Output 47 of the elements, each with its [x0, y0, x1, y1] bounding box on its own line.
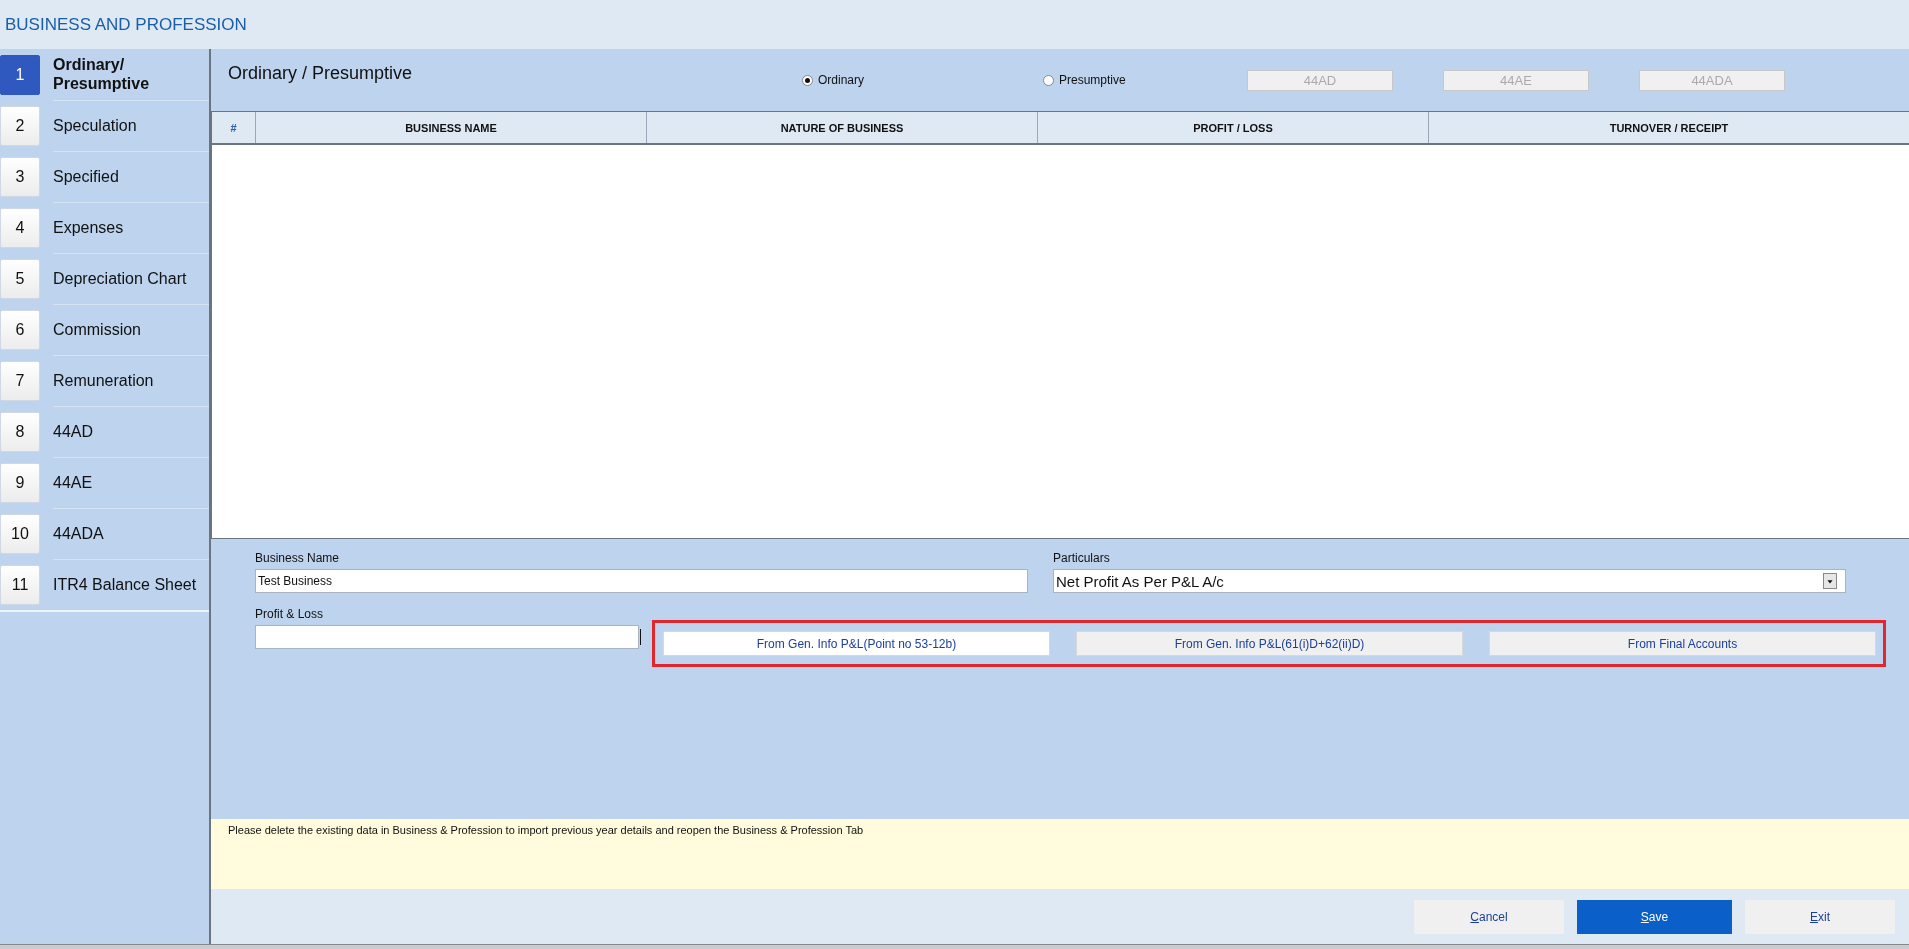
- sidebar-number[interactable]: 7: [0, 360, 40, 401]
- sidebar-number[interactable]: 8: [0, 411, 40, 452]
- sidebar-item[interactable]: Speculation: [53, 99, 209, 152]
- import-button[interactable]: From Final Accounts: [1489, 631, 1876, 657]
- window-title: BUSINESS AND PROFESSION: [5, 14, 247, 35]
- field-label: Business Name: [255, 551, 341, 566]
- sidebar-number[interactable]: 9: [0, 462, 40, 503]
- sidebar-item[interactable]: 44AD: [53, 405, 209, 458]
- radio-label: Presumptive: [1059, 73, 1126, 88]
- sidebar-number[interactable]: 11: [0, 564, 40, 605]
- business-name-field[interactable]: Test Business: [255, 569, 1028, 594]
- action-button[interactable]: Exit: [1745, 899, 1895, 934]
- section-title: Ordinary / Presumptive: [228, 62, 414, 84]
- sidebar-item[interactable]: Specified: [53, 150, 209, 203]
- sidebar-number[interactable]: 1: [0, 54, 40, 95]
- sidebar-item[interactable]: Remuneration: [53, 354, 209, 407]
- profit-loss-field[interactable]: [255, 625, 639, 650]
- particulars-dropdown[interactable]: Net Profit As Per P&L A/c: [1053, 569, 1846, 594]
- column-header[interactable]: #: [212, 112, 255, 144]
- field-label: Profit & Loss: [255, 607, 325, 622]
- column-header[interactable]: NATURE OF BUSINESS: [646, 112, 1037, 144]
- column-header[interactable]: PROFIT / LOSS: [1037, 112, 1428, 144]
- radio-label: Ordinary: [818, 73, 864, 88]
- sidebar-item[interactable]: Expenses: [53, 201, 209, 254]
- info-note: Please delete the existing data in Business & Profession to import previous year details and reopen the Business & Profession Tab: [211, 819, 1909, 890]
- text-cursor: [640, 629, 641, 646]
- action-button[interactable]: Save: [1577, 899, 1732, 934]
- action-button[interactable]: Cancel: [1414, 899, 1564, 934]
- field-label: Particulars: [1053, 551, 1111, 566]
- import-button[interactable]: From Gen. Info P&L(Point no 53-12b): [663, 631, 1050, 657]
- sidebar-item[interactable]: Depreciation Chart: [53, 252, 209, 305]
- sidebar-item[interactable]: Ordinary/ Presumptive: [53, 48, 209, 101]
- sidebar-number[interactable]: 5: [0, 258, 40, 299]
- sidebar-number[interactable]: 2: [0, 105, 40, 146]
- radio-button[interactable]: [1043, 74, 1054, 86]
- sidebar-number[interactable]: 6: [0, 309, 40, 350]
- column-header[interactable]: BUSINESS NAME: [255, 112, 646, 144]
- sidebar-item[interactable]: ITR4 Balance Sheet: [53, 559, 209, 611]
- column-header[interactable]: TURNOVER / RECEIPT: [1428, 112, 1909, 144]
- sidebar-item[interactable]: 44AE: [53, 456, 209, 509]
- import-button[interactable]: From Gen. Info P&L(61(i)D+62(ii)D): [1076, 631, 1463, 657]
- sidebar-number[interactable]: 3: [0, 156, 40, 197]
- sidebar-item[interactable]: 44ADA: [53, 507, 209, 560]
- sidebar-item[interactable]: Commission: [53, 303, 209, 356]
- radio-button[interactable]: [802, 74, 813, 86]
- sidebar-number[interactable]: 10: [0, 513, 40, 554]
- sidebar-number[interactable]: 4: [0, 207, 40, 248]
